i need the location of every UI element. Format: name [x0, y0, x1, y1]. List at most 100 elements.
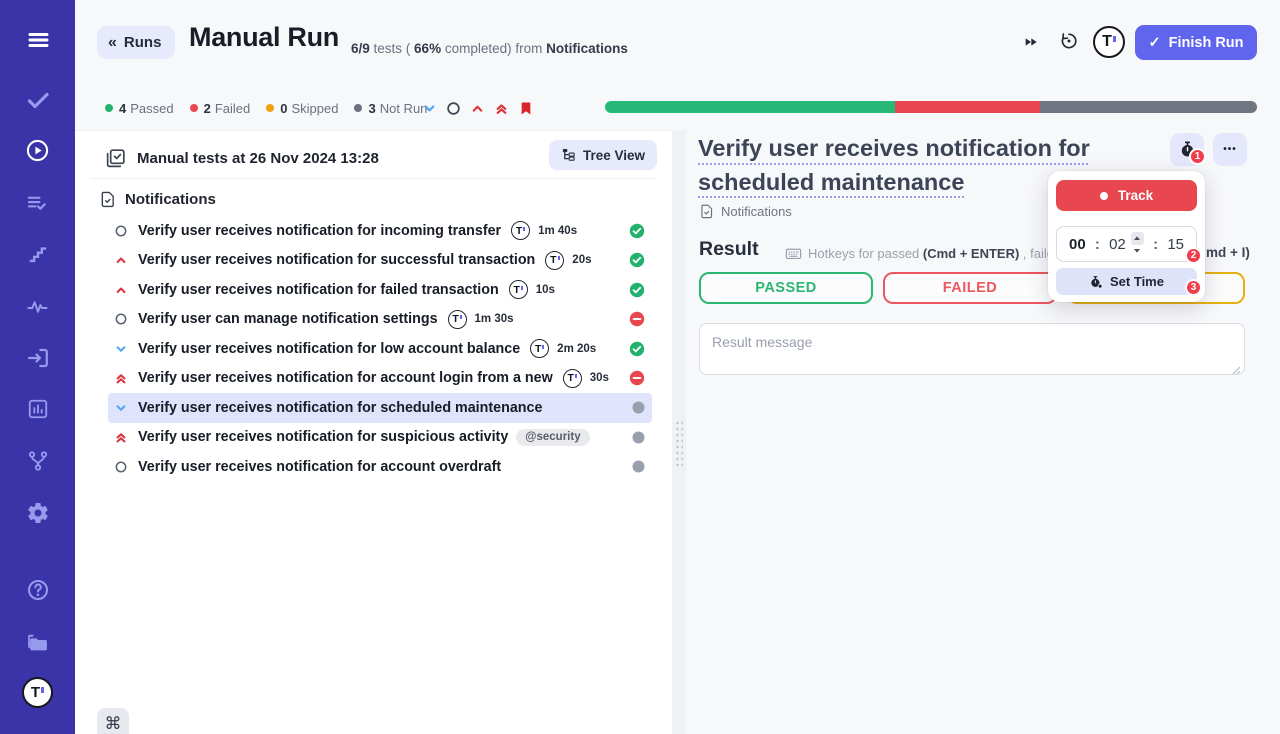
testomat-logo-icon: T: [545, 250, 565, 270]
keyboard-icon: [785, 245, 802, 262]
main-area: « Runs Manual Run 6/9 tests ( 66% comple…: [75, 0, 1280, 734]
suite-group-row[interactable]: Notifications: [99, 187, 216, 211]
source-suite: Notifications: [546, 41, 628, 56]
time-input[interactable]: 00 : 02 : 15: [1056, 226, 1197, 262]
test-duration: 20s: [572, 254, 592, 267]
priority-filters: [422, 100, 534, 117]
help-icon[interactable]: [0, 578, 75, 602]
low-priority-icon: [113, 401, 129, 415]
result-message-input[interactable]: [699, 323, 1245, 375]
status-count-not-run: 3 Not Run: [354, 101, 427, 116]
stepper-up-icon: [1130, 231, 1144, 245]
minutes-stepper[interactable]: [1130, 231, 1144, 258]
critical-priority-icon: [113, 371, 129, 386]
hotkeys-command-button[interactable]: ⌘: [97, 708, 129, 734]
test-title: Verify user receives notification for lo…: [138, 340, 521, 357]
back-label: Runs: [123, 34, 162, 51]
normal-priority-icon: [113, 460, 129, 474]
finish-run-button[interactable]: ✓ Finish Run: [1135, 25, 1257, 60]
menu-icon[interactable]: [0, 28, 75, 52]
tree-view-button[interactable]: Tree View: [548, 140, 657, 170]
set-time-button[interactable]: Set Time: [1056, 268, 1197, 295]
test-rows: Verify user receives notification for in…: [75, 216, 672, 482]
test-title: Verify user receives notification for fa…: [138, 281, 499, 298]
low-priority-icon: [113, 342, 129, 356]
test-title: Verify user can manage notification sett…: [138, 311, 438, 328]
high-priority-icon: [113, 253, 129, 267]
test-duration: 1m 30s: [474, 313, 514, 326]
filter-low-priority-icon[interactable]: [422, 101, 437, 116]
pulse-icon[interactable]: [0, 296, 75, 319]
minutes-value[interactable]: 02: [1109, 236, 1126, 253]
fast-forward-icon[interactable]: [1023, 34, 1039, 50]
status-dot-icon: [105, 104, 113, 112]
test-row[interactable]: Verify user receives notification for ac…: [108, 364, 652, 394]
settings-gear-icon[interactable]: [0, 501, 75, 525]
testomat-logo-icon: T: [530, 339, 550, 359]
filter-normal-priority-icon[interactable]: [446, 101, 461, 116]
app-logo[interactable]: T: [1093, 26, 1125, 58]
high-priority-icon: [113, 283, 129, 297]
testomat-logo-icon: T: [562, 368, 582, 388]
percent-complete: 66%: [414, 41, 442, 56]
record-dot-icon: [1099, 191, 1108, 200]
test-row[interactable]: Verify user receives notification for sc…: [108, 393, 652, 423]
more-options-button[interactable]: •••: [1213, 133, 1247, 166]
hotkeys-hint: Hotkeys for passed (Cmd + ENTER) , faile…: [785, 245, 1061, 262]
test-row[interactable]: Verify user receives notification for lo…: [108, 334, 652, 364]
time-input-badge: 2: [1185, 247, 1202, 264]
import-icon[interactable]: [0, 346, 75, 370]
hours-value[interactable]: 00: [1069, 236, 1086, 253]
track-button[interactable]: Track: [1056, 180, 1197, 211]
test-row[interactable]: Verify user can manage notification sett…: [108, 305, 652, 335]
runs-play-icon[interactable]: [0, 138, 75, 163]
status-passed-icon: [629, 252, 645, 268]
status-passed-icon: [629, 341, 645, 357]
filter-critical-priority-icon[interactable]: [494, 101, 509, 116]
test-row[interactable]: Verify user receives notification for su…: [108, 423, 652, 453]
tests-check-icon[interactable]: [0, 88, 75, 112]
filter-bookmark-icon[interactable]: [518, 100, 534, 117]
test-title: Verify user receives notification for su…: [138, 429, 509, 446]
resize-grip-dots: [675, 420, 683, 466]
test-title: Verify user receives notification for ac…: [138, 458, 502, 475]
passed-button[interactable]: PASSED: [699, 272, 873, 304]
suite-group-label: Notifications: [125, 190, 216, 208]
status-count-skipped: 0 Skipped: [266, 101, 338, 116]
status-count-failed: 2 Failed: [189, 101, 250, 116]
back-to-runs-button[interactable]: « Runs: [97, 26, 176, 59]
test-duration: 2m 20s: [557, 342, 597, 355]
test-row[interactable]: Verify user receives notification for in…: [108, 216, 652, 246]
status-not_run-icon: [632, 431, 645, 444]
restart-timer-icon[interactable]: [1059, 31, 1079, 51]
app-window: T « Runs Manual Run 6/9 tests ( 66% comp…: [0, 0, 1280, 734]
test-duration: 10s: [535, 283, 555, 296]
seconds-value[interactable]: 15: [1167, 236, 1184, 253]
test-row[interactable]: Verify user receives notification for fa…: [108, 275, 652, 305]
sidebar-app-logo[interactable]: T: [22, 677, 53, 708]
progress-segment-not_run: [1039, 101, 1257, 113]
branch-icon[interactable]: [0, 449, 75, 473]
tree-view-icon: [561, 148, 576, 163]
test-plans-icon[interactable]: [0, 192, 75, 215]
panel-resize-handle[interactable]: [672, 130, 686, 734]
docs-folder-icon[interactable]: [0, 629, 75, 654]
analytics-icon[interactable]: [0, 398, 75, 420]
status-counts: 4 Passed 2 Failed 0 Skipped 3 Not Run: [105, 99, 427, 117]
progress-segment-failed: [895, 101, 1040, 113]
test-row[interactable]: Verify user receives notification for su…: [108, 246, 652, 276]
test-list-panel: Manual tests at 26 Nov 2024 13:28 Tree V…: [75, 130, 672, 734]
run-progress-summary: 6/9 tests ( 66% completed) from Notifica…: [351, 41, 628, 56]
run-checklist-icon: [105, 148, 126, 169]
test-row[interactable]: Verify user receives notification for ac…: [108, 452, 652, 482]
progress-segment-passed: [605, 101, 896, 113]
passed-hotkey: (Cmd + ENTER): [922, 246, 1020, 261]
steps-icon[interactable]: [0, 244, 75, 266]
test-tag[interactable]: @security: [516, 428, 590, 446]
detail-breadcrumb[interactable]: Notifications: [699, 204, 792, 219]
status-passed-icon: [629, 282, 645, 298]
tests-fraction: 6/9: [351, 41, 370, 56]
failed-button[interactable]: FAILED: [883, 272, 1057, 304]
testomat-logo-icon: T: [447, 309, 467, 329]
filter-high-priority-icon[interactable]: [470, 101, 485, 116]
